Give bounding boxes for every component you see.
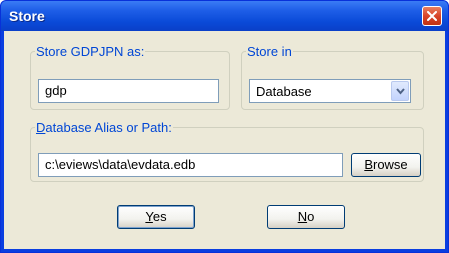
yes-button[interactable]: Yes [117, 205, 195, 229]
chevron-down-icon [396, 88, 405, 95]
store-in-group: Store in Database [241, 44, 424, 110]
store-dialog: Store Store GDPJPN as: gdp Store in Data… [0, 0, 449, 253]
store-in-label: Store in [247, 44, 292, 59]
dropdown-button[interactable] [391, 81, 409, 101]
dialog-body: Store GDPJPN as: gdp Store in Database D… [4, 31, 445, 249]
no-button[interactable]: No [267, 205, 345, 229]
db-path-label: Database Alias or Path: [36, 120, 172, 135]
store-in-selected: Database [256, 84, 312, 99]
close-button[interactable] [422, 6, 442, 26]
db-path-input[interactable]: c:\eviews\data\evdata.edb [38, 153, 343, 177]
store-as-group: Store GDPJPN as: gdp [30, 44, 230, 110]
store-as-input[interactable]: gdp [38, 79, 219, 103]
store-as-label: Store GDPJPN as: [36, 44, 145, 59]
browse-button[interactable]: Browse [351, 153, 421, 177]
db-path-group: Database Alias or Path: c:\eviews\data\e… [30, 120, 424, 182]
window-title: Store [9, 8, 45, 24]
title-bar[interactable]: Store [1, 1, 448, 31]
close-icon [427, 11, 437, 21]
store-in-select[interactable]: Database [249, 79, 411, 103]
